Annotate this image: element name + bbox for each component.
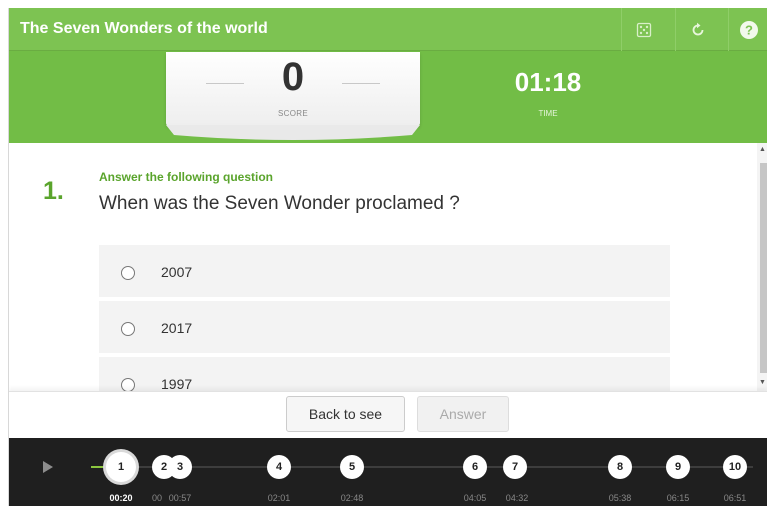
timeline-time: 02:48 [340, 493, 364, 503]
question-text: When was the Seven Wonder proclamed ? [99, 193, 460, 214]
answer-option[interactable]: 2017 [99, 301, 670, 355]
timeline-node-1[interactable]: 1 [106, 452, 136, 482]
timeline-node-10[interactable]: 10 [723, 455, 747, 479]
timeline-time: 04:32 [505, 493, 529, 503]
question-instruction: Answer the following question [99, 170, 273, 184]
timeline-node-3[interactable]: 3 [168, 455, 192, 479]
timeline-time: 05:38 [608, 493, 632, 503]
timeline-time: 00:20 [109, 493, 133, 503]
option-label: 2007 [161, 264, 193, 280]
action-bar: Back to see Answer [9, 391, 767, 438]
radio-button[interactable] [121, 378, 135, 391]
timeline-node-4[interactable]: 4 [267, 455, 291, 479]
restart-icon [692, 22, 703, 35]
timeline-node-9[interactable]: 9 [666, 455, 690, 479]
scroll-down-icon[interactable]: ▼ [759, 379, 766, 386]
quiz-window: The Seven Wonders of the world ? 0 SCORE… [8, 8, 767, 506]
score-card-tail [166, 125, 420, 140]
answer-option[interactable]: 1997 [99, 357, 670, 391]
question-number: 1. [43, 177, 64, 205]
scrollbar-thumb[interactable] [760, 163, 767, 373]
restart-button[interactable] [675, 8, 719, 51]
question-timeline: 1 2 3 4 5 6 7 8 9 10 00:20 00 00:57 02:0… [9, 438, 767, 506]
title-bar: The Seven Wonders of the world ? [9, 8, 767, 51]
answer-button[interactable]: Answer [417, 396, 509, 432]
help-icon: ? [739, 20, 758, 39]
timeline-node-8[interactable]: 8 [608, 455, 632, 479]
score-card: 0 SCORE [166, 52, 420, 126]
timeline-node-6[interactable]: 6 [463, 455, 487, 479]
option-label: 2017 [161, 320, 193, 336]
timeline-time: 04:05 [463, 493, 487, 503]
option-label: 1997 [161, 376, 193, 391]
back-to-see-button[interactable]: Back to see [286, 396, 405, 432]
answer-option[interactable]: 2007 [99, 245, 670, 299]
score-label: SCORE [278, 109, 308, 118]
timeline-time: 02:01 [267, 493, 291, 503]
timeline-node-7[interactable]: 7 [503, 455, 527, 479]
scroll-up-icon[interactable]: ▲ [759, 146, 766, 153]
svg-text:?: ? [745, 22, 753, 37]
timeline-time: 06:15 [666, 493, 690, 503]
help-button[interactable]: ? [728, 8, 767, 51]
dice-icon [636, 22, 651, 37]
question-area: 1. Answer the following question When wa… [9, 143, 767, 391]
quiz-title: The Seven Wonders of the world [20, 20, 268, 37]
timeline-time: 00:57 [168, 493, 192, 503]
dice-button[interactable] [621, 8, 665, 51]
timeline-node-5[interactable]: 5 [340, 455, 364, 479]
play-icon[interactable] [43, 461, 53, 473]
radio-button[interactable] [121, 322, 135, 336]
score-band: 0 SCORE 01:18 TIME [9, 51, 767, 143]
score-value: 0 [281, 55, 305, 99]
radio-button[interactable] [121, 266, 135, 280]
time-label: TIME [538, 109, 558, 118]
time-value: 01:18 [514, 67, 582, 97]
timeline-time: 06:51 [723, 493, 747, 503]
